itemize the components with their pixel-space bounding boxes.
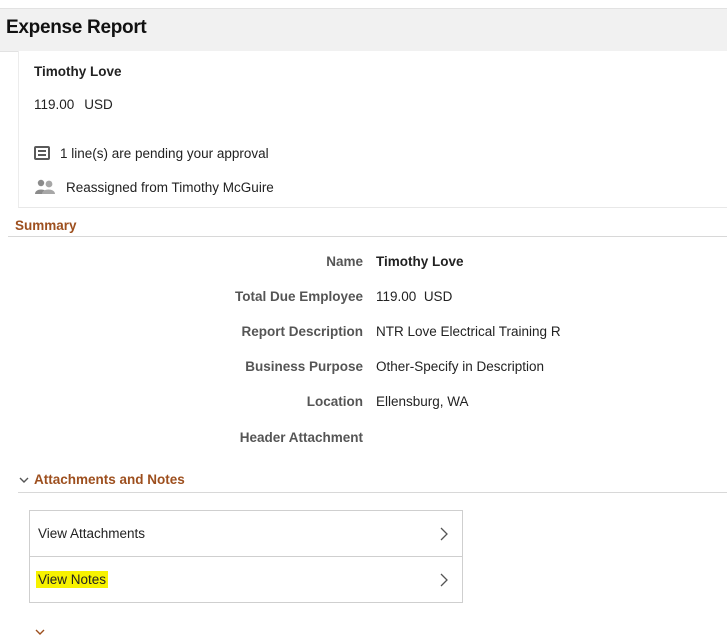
- summary-location-row: Location Ellensburg, WA: [0, 394, 727, 414]
- view-notes-button[interactable]: View Notes: [30, 556, 462, 602]
- business-purpose-value: Other-Specify in Description: [376, 359, 545, 374]
- chevron-down-icon: [19, 477, 29, 483]
- report-amount: 119.00 USD: [34, 97, 113, 112]
- pending-approval-row: 1 line(s) are pending your approval: [34, 142, 269, 164]
- page-header: Expense Report: [0, 8, 727, 52]
- total-due-amount: 119.00: [376, 289, 417, 304]
- reassigned-row: Reassigned from Timothy McGuire: [34, 176, 274, 198]
- report-description-label: Report Description: [241, 324, 363, 339]
- view-attachments-label: View Attachments: [38, 526, 146, 541]
- report-description-value: NTR Love Electrical Training R: [376, 324, 561, 339]
- attachments-notes-divider: [18, 492, 727, 493]
- summary-business-purpose-row: Business Purpose Other-Specify in Descri…: [0, 359, 727, 379]
- total-due-value: 119.00 USD: [376, 289, 452, 304]
- summary-name-row: Name Timothy Love: [0, 254, 727, 274]
- expense-header-card: Timothy Love 119.00 USD 1 line(s) are pen…: [18, 51, 727, 208]
- summary-section-title: Summary: [15, 218, 77, 233]
- total-due-label: Total Due Employee: [234, 289, 363, 304]
- attachments-notes-toggle[interactable]: Attachments and Notes: [18, 472, 185, 487]
- reassigned-text: Reassigned from Timothy McGuire: [66, 179, 274, 195]
- amount-value: 119.00: [34, 97, 75, 112]
- partial-section-icon: [35, 629, 45, 635]
- view-attachments-button[interactable]: View Attachments: [30, 511, 462, 556]
- name-label: Name: [326, 254, 363, 269]
- people-icon: [35, 179, 55, 194]
- summary-total-due-row: Total Due Employee 119.00 USD: [0, 289, 727, 309]
- attachments-notes-title: Attachments and Notes: [34, 472, 185, 487]
- header-attachment-label: Header Attachment: [239, 430, 363, 445]
- attachments-notes-list: View Attachments View Notes: [29, 510, 463, 603]
- summary-divider: [8, 236, 727, 237]
- employee-name: Timothy Love: [34, 64, 122, 79]
- chevron-right-icon: [440, 527, 448, 541]
- summary-header-attachment-row: Header Attachment: [0, 430, 727, 450]
- business-purpose-label: Business Purpose: [245, 359, 363, 374]
- view-notes-label: View Notes: [36, 571, 109, 588]
- location-label: Location: [306, 394, 363, 409]
- location-value: Ellensburg, WA: [376, 394, 469, 409]
- pending-approval-text: 1 line(s) are pending your approval: [60, 145, 269, 161]
- page-title: Expense Report: [6, 17, 147, 38]
- lines-icon: [34, 146, 50, 160]
- summary-report-description-row: Report Description NTR Love Electrical T…: [0, 324, 727, 344]
- chevron-right-icon: [440, 573, 448, 587]
- name-value: Timothy Love: [376, 254, 464, 269]
- total-due-currency: USD: [423, 289, 453, 304]
- amount-currency: USD: [84, 97, 113, 112]
